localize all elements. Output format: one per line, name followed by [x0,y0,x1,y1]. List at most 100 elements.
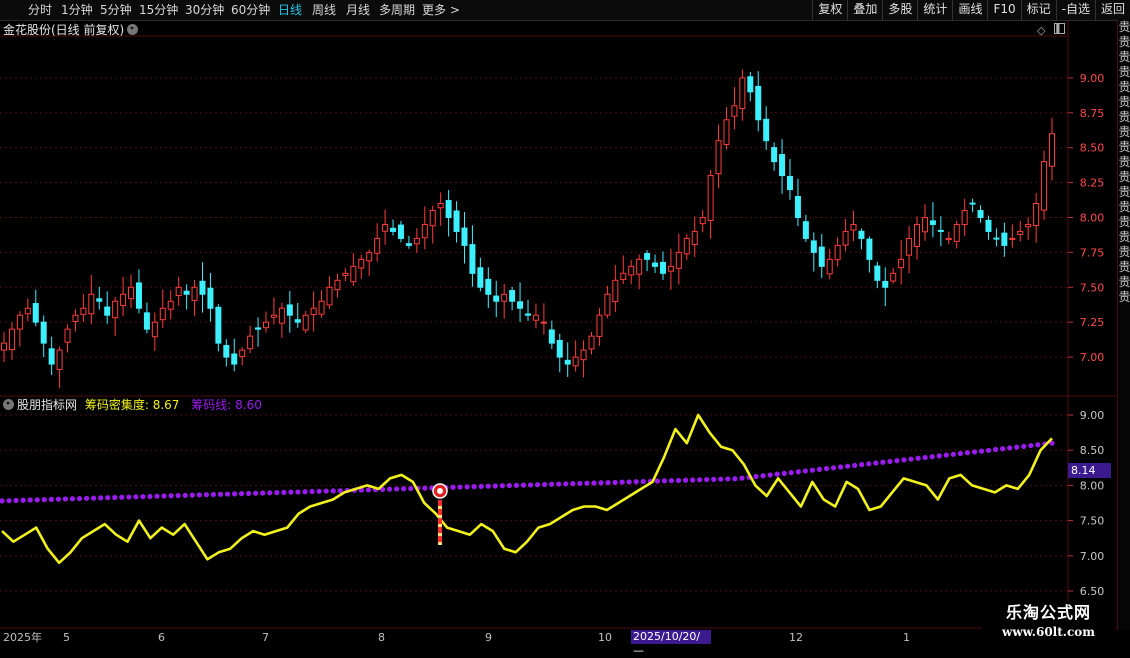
chip-line-dot [196,492,202,498]
candle-body [429,210,436,227]
chip-line-dot [732,476,738,482]
candle-body [977,210,984,218]
candle-body [501,293,508,302]
strip-char: 贵 [1118,95,1130,109]
chip-line-dot [549,481,555,487]
candle-body [40,321,47,344]
candle-body [270,314,277,318]
chevron-down-icon[interactable] [3,399,14,410]
chip-line-dot [316,488,322,494]
candle-body [72,314,79,323]
candle-body [143,312,150,330]
chip-line-dot [915,455,921,461]
chip-line-dot [584,480,590,486]
candle-body [405,243,412,246]
candle-body [779,154,786,177]
chip-line-dot [1028,442,1034,449]
candle-body [890,272,897,282]
candle-body [8,328,15,351]
chip-line-dot [295,489,301,495]
chip-line-dot [725,476,731,482]
candle-body [937,229,944,232]
diamond-icon[interactable]: ◇ [1037,24,1045,37]
chip-line-dot [556,481,562,487]
candle-body [866,238,873,260]
candle-body [953,223,960,242]
chip-line-dot [231,491,238,497]
candle-body [739,77,746,110]
candle-body [644,252,651,260]
candle-body [1025,223,1032,228]
chip-line-dot [499,483,505,489]
candle-body [731,105,738,117]
candle-body [794,195,801,218]
strip-char: 贵 [1118,125,1130,139]
candle-body [159,307,166,321]
chip-line-dot [1035,442,1041,448]
strip-char: 贵 [1118,215,1130,229]
chip-line-dot [147,493,153,500]
chip-line-dot [41,497,47,503]
window-toggle-icon[interactable]: ▌ [1054,23,1065,34]
chip-line-dot [830,465,837,471]
candle-body [48,348,55,365]
candle-body [723,119,730,145]
strip-char: 贵 [1118,275,1130,289]
chart-canvas[interactable]: 9.00 8.75 8.50 8.25 8.00 7.75 7.50 7.25 7.00 9.00… [0,0,1130,650]
chip-line-dot [668,478,675,484]
chip-line-dot [119,494,125,500]
candle-body [64,328,71,343]
chip-line-dot [612,479,618,485]
chip-line-dot [471,484,477,490]
chip-line-dot [210,491,217,498]
chip-line-dot [189,492,195,498]
candle-body [675,251,682,269]
candle-body [1049,133,1055,167]
candle-body [810,240,817,253]
candle-body [921,216,928,233]
chip-line-dot [845,463,851,469]
strip-char: 贵 [1118,185,1130,199]
candle-body [334,279,341,291]
chip-line-dot [520,482,527,488]
chip-line-dot [993,446,999,453]
candle-body [167,300,174,310]
chevron-down-icon[interactable] [127,24,139,35]
chip-line-dot [563,481,569,487]
candle-body [493,295,500,302]
chip-line-dot [873,460,879,466]
candle-body [818,246,825,267]
candle-body [24,307,31,315]
strip-char: 贵 [1118,140,1130,154]
chip-line-dot [69,496,76,502]
candle-body [548,329,555,344]
candle-body [469,244,476,274]
main-panel-title: 金花股份(日线 前复权) [3,23,139,37]
chip-line-dot [238,491,245,497]
chip-line-dot [816,466,823,472]
chip-line-dot [76,495,83,502]
candle-body [874,265,881,281]
candle-body [199,280,206,295]
buy-signal-icon-center [437,488,443,494]
chip-line-dot [48,496,54,502]
chip-line-dot [0,498,5,504]
candle-body [16,314,23,330]
candle-body [255,327,262,330]
chip-line-dot [697,477,703,483]
candle-body [366,251,373,262]
candle-body [263,321,269,329]
candle-body [342,272,349,276]
candle-body [898,258,905,269]
chip-line-dot [943,452,949,458]
chip-line-dot [450,484,456,490]
candle-body [437,203,444,209]
candle-body [286,304,293,316]
candle-body [969,202,976,205]
price-tick-label: 7.25 [1080,316,1105,329]
density-legend: 筹码密集度: 8.67 [84,398,180,412]
chip-line-dot [154,493,160,499]
candle-body [390,227,397,232]
chip-line-dot [633,479,639,485]
chip-line-dot [704,476,710,483]
